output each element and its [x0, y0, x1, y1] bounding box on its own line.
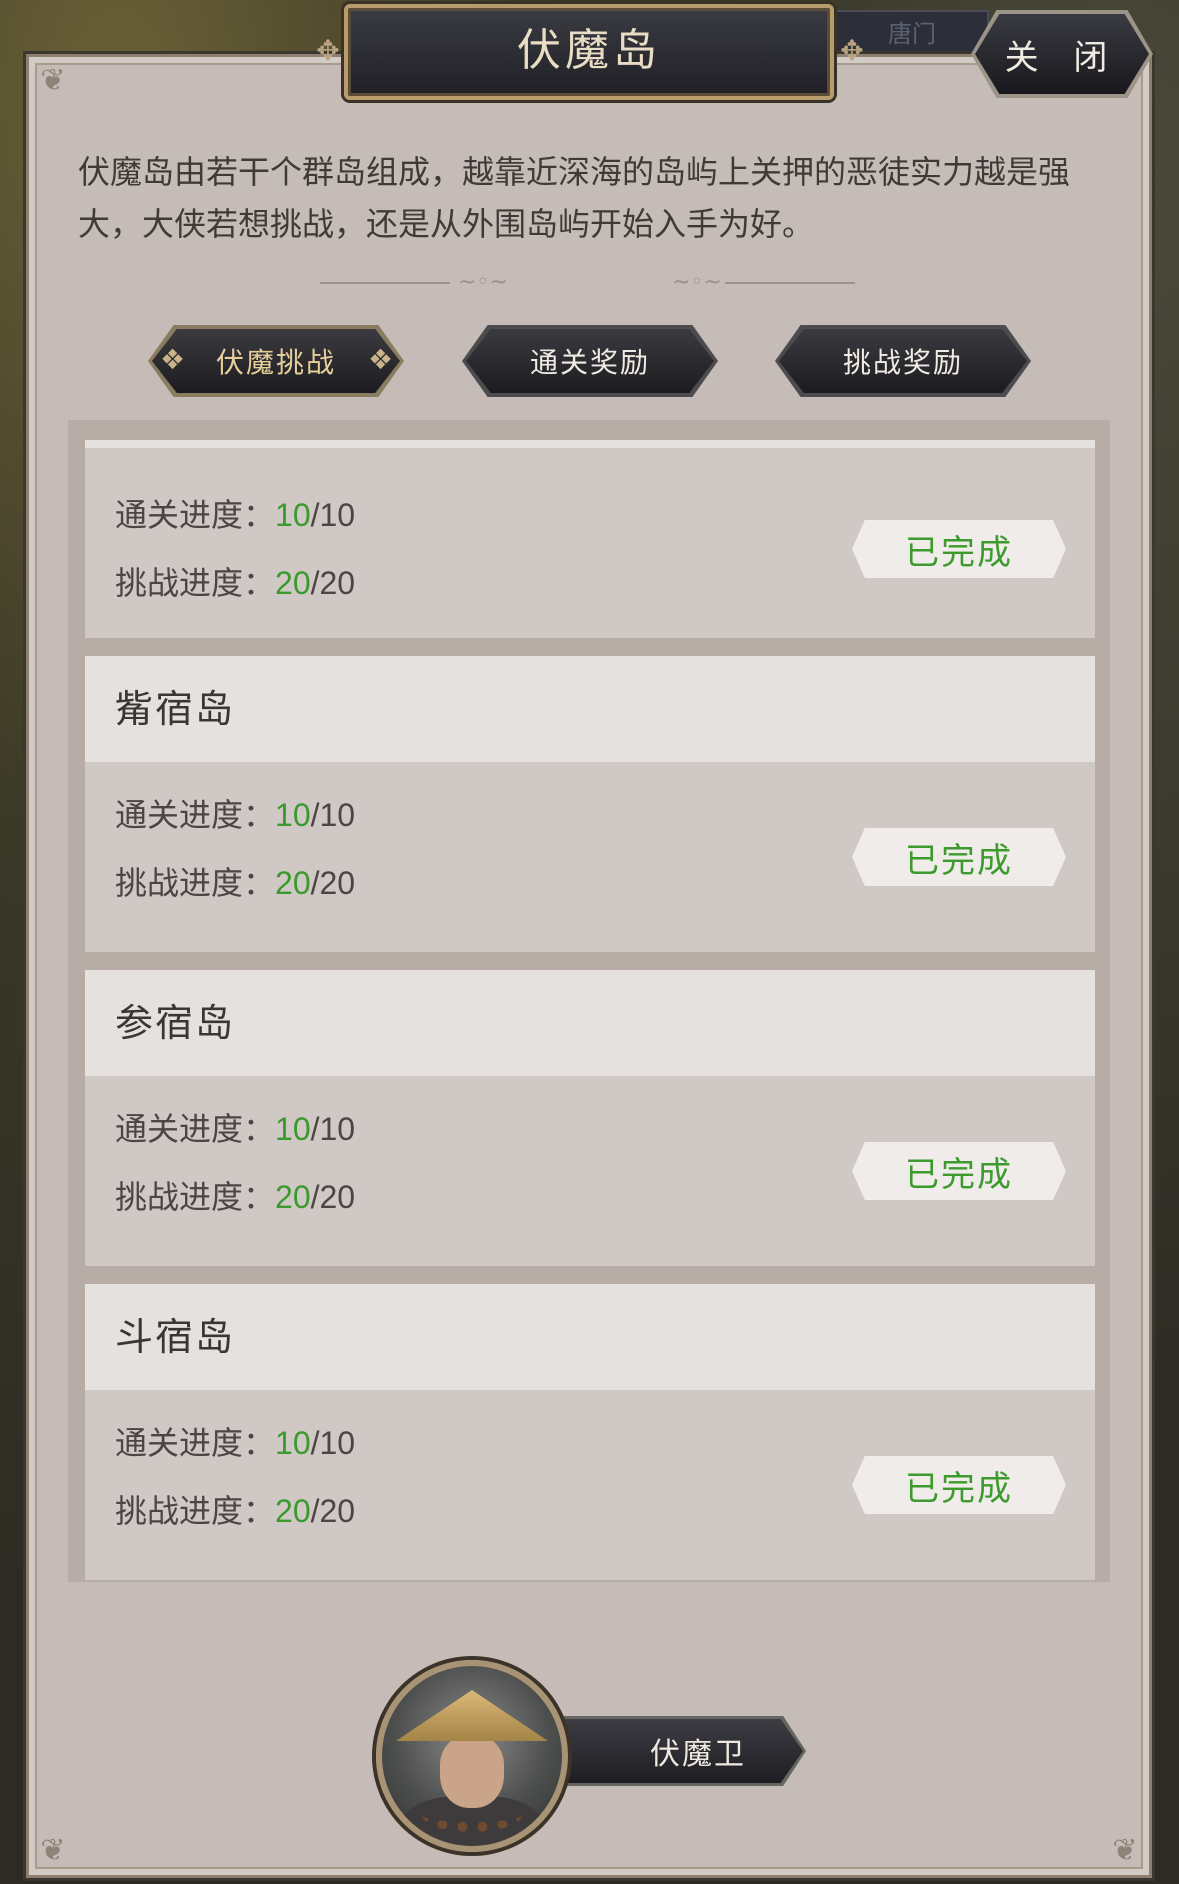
corner-ornament-icon: ❦	[40, 1833, 66, 1868]
challenge-progress-label: 挑战进度：	[115, 1178, 276, 1216]
clear-progress-done: 10	[275, 1111, 311, 1147]
clear-progress-label: 通关进度：	[115, 496, 276, 534]
tab-challenge[interactable]: 伏魔挑战	[148, 325, 404, 397]
clear-progress-done: 10	[275, 1425, 311, 1461]
clear-progress: 通关进度：10/10	[115, 490, 355, 536]
clear-progress-total: /10	[310, 797, 356, 833]
guard-avatar[interactable]	[376, 1660, 568, 1852]
island-name: 参宿岛	[85, 970, 1095, 1076]
island-description: 伏魔岛由若干个群岛组成，越靠近深海的岛屿上关押的恶徒实力越是强大，大侠若想挑战，…	[78, 153, 1071, 243]
challenge-progress-total: /20	[310, 865, 356, 901]
challenge-progress: 挑战进度：20/20	[115, 858, 355, 904]
tab-challenge-reward[interactable]: 挑战奖励	[775, 325, 1031, 397]
challenge-progress-total: /20	[310, 565, 356, 601]
clear-progress-label: 通关进度：	[115, 1110, 276, 1148]
clear-progress-done: 10	[275, 797, 311, 833]
corner-ornament-icon: ❦	[1112, 1833, 1138, 1868]
tab-challenge-reward-label: 挑战奖励	[779, 329, 1027, 393]
challenge-progress: 挑战进度：20/20	[115, 1172, 355, 1218]
challenge-progress-label: 挑战进度：	[115, 1492, 276, 1530]
tab-clear-reward-label: 通关奖励	[466, 329, 714, 393]
challenge-progress-done: 20	[275, 565, 311, 601]
page-title: 伏魔岛	[344, 4, 834, 100]
clear-progress-done: 10	[275, 497, 311, 533]
divider-right	[725, 282, 855, 284]
completed-button[interactable]: 已完成	[852, 1142, 1066, 1200]
list-item: 斗宿岛 通关进度：10/10 挑战进度：20/20 已完成	[85, 1284, 1095, 1580]
close-button[interactable]: 关 闭	[975, 14, 1149, 94]
challenge-progress-done: 20	[275, 1493, 311, 1529]
list-item: 通关进度：10/10 挑战进度：20/20 已完成	[85, 440, 1095, 638]
clear-progress-total: /10	[310, 1425, 356, 1461]
island-name: 觜宿岛	[85, 656, 1095, 762]
corner-ornament-icon: ❦	[40, 63, 66, 98]
challenge-progress-done: 20	[275, 865, 311, 901]
completed-button[interactable]: 已完成	[852, 828, 1066, 886]
clear-progress-total: /10	[310, 497, 356, 533]
island-body: 通关进度：10/10 挑战进度：20/20 已完成	[85, 1390, 1095, 1580]
completed-button[interactable]: 已完成	[852, 1456, 1066, 1514]
clear-progress: 通关进度：10/10	[115, 790, 355, 836]
list-item: 觜宿岛 通关进度：10/10 挑战进度：20/20 已完成	[85, 656, 1095, 952]
tab-challenge-label: 伏魔挑战	[152, 329, 400, 393]
challenge-progress-done: 20	[275, 1179, 311, 1215]
island-body: 通关进度：10/10 挑战进度：20/20 已完成	[85, 762, 1095, 952]
challenge-progress-label: 挑战进度：	[115, 864, 276, 902]
list-item: 参宿岛 通关进度：10/10 挑战进度：20/20 已完成	[85, 970, 1095, 1266]
challenge-progress-label: 挑战进度：	[115, 564, 276, 602]
title-ornament-right-icon: ✥	[840, 34, 864, 67]
prayer-beads-icon	[422, 1798, 522, 1832]
title-ornament-left-icon: ✥	[316, 34, 340, 67]
island-header-partial	[85, 440, 1095, 448]
island-body: 通关进度：10/10 挑战进度：20/20 已完成	[85, 448, 1095, 638]
tab-ornament-icon: ❖	[160, 343, 186, 376]
clear-progress-label: 通关进度：	[115, 1424, 276, 1462]
divider-left	[320, 282, 450, 284]
completed-button[interactable]: 已完成	[852, 520, 1066, 578]
clear-progress-label: 通关进度：	[115, 796, 276, 834]
island-body: 通关进度：10/10 挑战进度：20/20 已完成	[85, 1076, 1095, 1266]
island-name: 斗宿岛	[85, 1284, 1095, 1390]
challenge-progress-total: /20	[310, 1493, 356, 1529]
challenge-progress: 挑战进度：20/20	[115, 558, 355, 604]
tab-clear-reward[interactable]: 通关奖励	[462, 325, 718, 397]
divider-ornament-icon: ~◦~	[672, 270, 722, 295]
challenge-progress-total: /20	[310, 1179, 356, 1215]
divider-ornament-icon: ~◦~	[458, 270, 508, 295]
clear-progress-total: /10	[310, 1111, 356, 1147]
challenge-progress: 挑战进度：20/20	[115, 1486, 355, 1532]
clear-progress: 通关进度：10/10	[115, 1418, 355, 1464]
tab-ornament-icon: ❖	[368, 343, 394, 376]
clear-progress: 通关进度：10/10	[115, 1104, 355, 1150]
